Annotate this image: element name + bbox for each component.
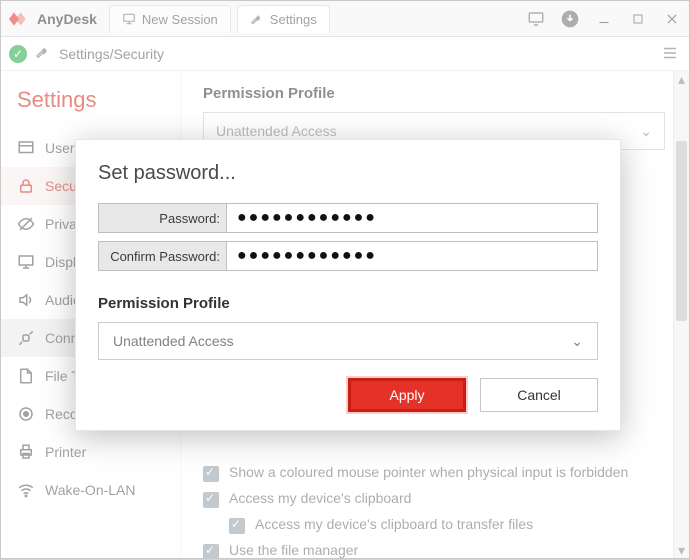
chevron-down-icon: ⌄ <box>640 123 652 140</box>
checkbox-icon <box>203 492 219 508</box>
download-badge-icon[interactable] <box>553 1 587 37</box>
tab-label: New Session <box>142 12 218 27</box>
cast-icon[interactable] <box>519 1 553 37</box>
tab-label: Settings <box>270 12 317 27</box>
maximize-button[interactable] <box>621 1 655 37</box>
cancel-button-label: Cancel <box>517 387 561 403</box>
dialog-profile-select-value: Unattended Access <box>113 333 234 349</box>
wifi-icon <box>17 481 35 499</box>
breadcrumb: Settings/Security <box>59 46 164 62</box>
checkbox-icon <box>203 544 219 558</box>
perm-label: Show a coloured mouse pointer when physi… <box>229 464 628 480</box>
perm-row[interactable]: Show a coloured mouse pointer when physi… <box>203 460 665 486</box>
scrollbar-thumb[interactable] <box>676 141 687 321</box>
perm-label: Access my device's clipboard <box>229 490 411 506</box>
layout-icon <box>17 139 35 157</box>
vertical-scrollbar[interactable]: ▴ ▾ <box>673 71 689 558</box>
checkbox-icon <box>203 466 219 482</box>
wrench-icon <box>250 12 264 26</box>
permission-profile-header: Permission Profile <box>203 85 665 102</box>
scroll-up-icon: ▴ <box>674 71 689 87</box>
perm-label: Use the file manager <box>229 542 358 558</box>
printer-icon <box>17 443 35 461</box>
perm-label: Access my device's clipboard to transfer… <box>255 516 533 532</box>
confirm-password-label: Confirm Password: <box>98 241 226 271</box>
sidebar-item-label: Printer <box>45 444 86 460</box>
sidebar-item-wol[interactable]: Wake-On-LAN <box>1 471 180 509</box>
plug-icon <box>17 329 35 347</box>
confirm-password-input[interactable] <box>226 241 598 271</box>
dialog-permission-profile-header: Permission Profile <box>98 295 598 312</box>
record-icon <box>17 405 35 423</box>
wrench-icon <box>35 44 51 63</box>
perm-row[interactable]: Access my device's clipboard to transfer… <box>203 512 665 538</box>
eye-off-icon <box>17 215 35 233</box>
password-input[interactable] <box>226 203 598 233</box>
minimize-button[interactable] <box>587 1 621 37</box>
lock-icon <box>17 177 35 195</box>
app-logo <box>1 9 37 29</box>
apply-button-label: Apply <box>389 387 424 403</box>
sidebar-item-printer[interactable]: Printer <box>1 433 180 471</box>
file-icon <box>17 367 35 385</box>
perm-row[interactable]: Access my device's clipboard <box>203 486 665 512</box>
perm-row[interactable]: Use the file manager <box>203 538 665 558</box>
app-name: AnyDesk <box>37 11 97 27</box>
sidebar-title: Settings <box>1 79 180 129</box>
speaker-icon <box>17 291 35 309</box>
sidebar-item-label: Wake-On-LAN <box>45 482 136 498</box>
password-label: Password: <box>98 203 226 233</box>
apply-button[interactable]: Apply <box>348 378 466 412</box>
status-ok-icon: ✓ <box>9 45 27 63</box>
monitor-icon <box>122 12 136 26</box>
tab-new-session[interactable]: New Session <box>109 5 231 33</box>
chevron-down-icon: ⌄ <box>571 333 583 350</box>
tab-settings[interactable]: Settings <box>237 5 330 33</box>
dialog-profile-select[interactable]: Unattended Access ⌄ <box>98 322 598 360</box>
dialog-title: Set password... <box>98 162 598 185</box>
set-password-dialog: Set password... Password: Confirm Passwo… <box>75 139 621 431</box>
profile-select-value: Unattended Access <box>216 123 337 139</box>
close-button[interactable] <box>655 1 689 37</box>
monitor-icon <box>17 253 35 271</box>
checkbox-icon <box>229 518 245 534</box>
cancel-button[interactable]: Cancel <box>480 378 598 412</box>
menu-icon[interactable] <box>661 44 681 64</box>
scroll-down-icon: ▾ <box>674 542 689 558</box>
